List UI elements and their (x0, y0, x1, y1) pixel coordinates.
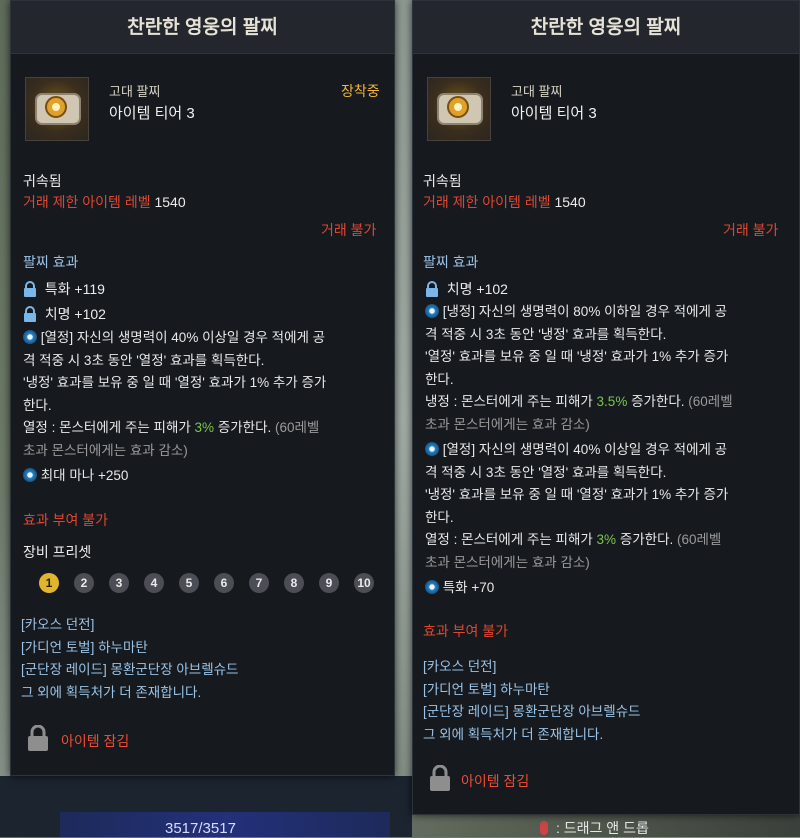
preset-7-button[interactable]: 7 (249, 573, 269, 593)
stat-specialization: 특화 +119 (23, 279, 105, 299)
preset-label: 장비 프리셋 (23, 544, 92, 560)
engraving-icon (425, 304, 439, 318)
preset-1-button[interactable]: 1 (39, 573, 59, 593)
stat-crit: 치명 +102 (425, 279, 508, 299)
item-locked-label: 아이템 잠김 (461, 773, 530, 789)
source-legion-raid: [군단장 레이드] 몽환군단장 아브렐슈드 (21, 662, 239, 677)
effect-header: 팔찌 효과 (23, 254, 79, 270)
source-legion-raid: [군단장 레이드] 몽환군단장 아브렐슈드 (423, 704, 641, 719)
preset-2-button[interactable]: 2 (74, 573, 94, 593)
item-tier: 아이템 티어 3 (511, 105, 597, 122)
engraving-icon (425, 442, 439, 456)
item-grade: 고대 팔찌 (511, 84, 563, 99)
no-effect-grant: 효과 부여 불가 (23, 512, 109, 528)
passion-effect-description: [열정] 자신의 생명력이 40% 이상일 경우 적에게 공 격 적중 시 3초… (23, 330, 327, 483)
source-guardian-raid: [가디언 토벌] 하누마탄 (423, 681, 550, 697)
engraving-icon (23, 330, 37, 344)
engraving-icon (425, 580, 439, 594)
trade-level: 거래 제한 아이템 레벨 1540 (423, 194, 586, 210)
lock-icon (24, 281, 36, 297)
item-locked-label: 아이템 잠김 (61, 733, 130, 749)
lock-icon (24, 306, 36, 322)
untradeable-label: 거래 불가 (321, 222, 377, 238)
source-guardian-raid: [가디언 토벌] 하누마탄 (21, 639, 148, 655)
bracelet-item-icon (427, 77, 491, 141)
item-grade: 고대 팔찌 (109, 84, 161, 99)
cold-effect-description: [냉정] 자신의 생명력이 80% 이하일 경우 적에게 공 격 적중 시 3초… (425, 304, 733, 432)
preset-10-button[interactable]: 10 (354, 573, 374, 593)
lock-icon (426, 281, 438, 297)
source-more: 그 외에 획득처가 더 존재합니다. (423, 726, 604, 742)
source-more: 그 외에 획득처가 더 존재합니다. (21, 684, 202, 700)
stat-crit: 치명 +102 (23, 304, 106, 324)
source-chaos-dungeon: [카오스 던전] (21, 617, 95, 632)
acquisition-sources: [카오스 던전] [가디언 토벌] 하누마탄 [군단장 레이드] 몽환군단장 아… (423, 656, 791, 746)
trade-level: 거래 제한 아이템 레벨 1540 (23, 194, 186, 210)
item-tier: 아이템 티어 3 (109, 105, 195, 122)
preset-4-button[interactable]: 4 (144, 573, 164, 593)
equipped-badge: 장착중 (341, 83, 380, 99)
mouse-icon (540, 821, 548, 835)
preset-6-button[interactable]: 6 (214, 573, 234, 593)
engraving-icon (23, 468, 37, 482)
bound-status: 귀속됨 (23, 173, 62, 189)
preset-5-button[interactable]: 5 (179, 573, 199, 593)
item-lock-icon (430, 765, 450, 791)
hp-readout: 3517/3517 (165, 820, 236, 837)
source-chaos-dungeon: [카오스 던전] (423, 659, 497, 674)
equipment-presets: 1 2 3 4 5 6 7 8 9 10 (39, 573, 374, 593)
item-tooltip-left: 찬란한 영웅의 팔찌 고대 팔찌 아이템 티어 3 장착중 귀속됨 거래 제한 … (10, 0, 395, 776)
item-tooltip-right: 찬란한 영웅의 팔찌 고대 팔찌 아이템 티어 3 귀속됨 거래 제한 아이템 … (412, 0, 800, 815)
no-effect-grant: 효과 부여 불가 (423, 623, 509, 639)
passion-effect-description: [열정] 자신의 생명력이 40% 이상일 경우 적에게 공 격 적중 시 3초… (425, 442, 729, 595)
item-title: 찬란한 영웅의 팔찌 (11, 1, 394, 54)
drag-drop-hint: : 드래그 앤 드롭 (540, 818, 649, 838)
item-lock-icon (28, 725, 48, 751)
preset-8-button[interactable]: 8 (284, 573, 304, 593)
effect-header: 팔찌 효과 (423, 254, 479, 270)
untradeable-label: 거래 불가 (723, 222, 779, 238)
bound-status: 귀속됨 (423, 173, 462, 189)
acquisition-sources: [카오스 던전] [가디언 토벌] 하누마탄 [군단장 레이드] 몽환군단장 아… (21, 614, 386, 704)
item-title: 찬란한 영웅의 팔찌 (413, 1, 799, 54)
bracelet-item-icon (25, 77, 89, 141)
preset-9-button[interactable]: 9 (319, 573, 339, 593)
preset-3-button[interactable]: 3 (109, 573, 129, 593)
